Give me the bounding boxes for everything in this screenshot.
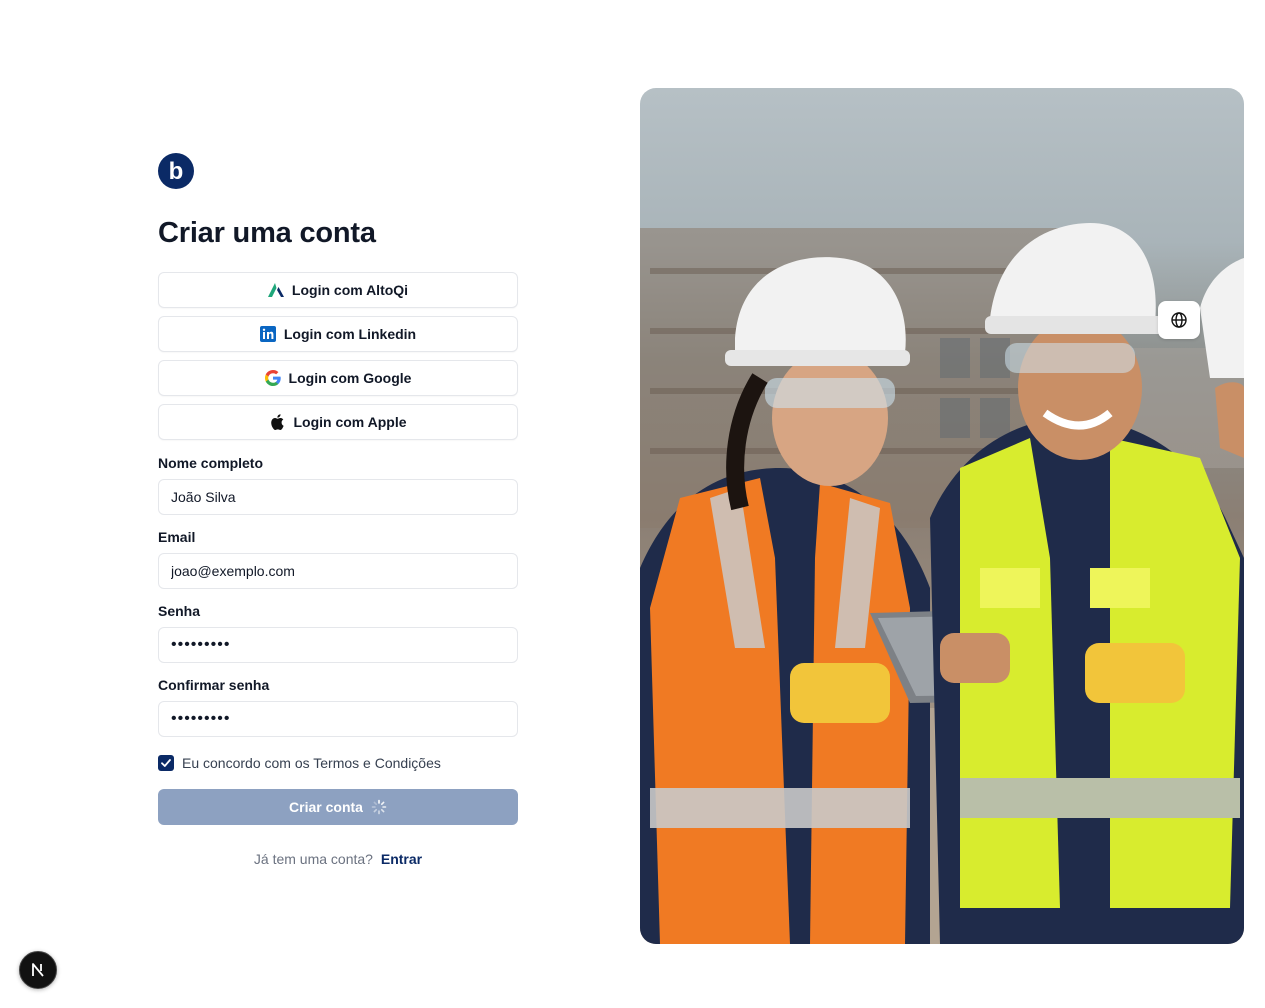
terms-checkbox[interactable] <box>158 755 174 771</box>
social-login-list: Login com AltoQi Login com Linkedin Logi… <box>158 272 518 440</box>
altoqi-login-button[interactable]: Login com AltoQi <box>158 272 518 308</box>
linkedin-login-button[interactable]: Login com Linkedin <box>158 316 518 352</box>
password-input[interactable] <box>158 627 518 663</box>
page-title: Criar uma conta <box>158 217 376 249</box>
full-name-field-group: Nome completo <box>158 455 518 515</box>
create-account-button[interactable]: Criar conta <box>158 789 518 825</box>
devtools-button[interactable] <box>19 951 57 989</box>
password-field-group: Senha <box>158 603 518 663</box>
terms-label[interactable]: Eu concordo com os Termos e Condições <box>182 755 441 771</box>
create-account-label: Criar conta <box>289 799 363 815</box>
email-field-group: Email <box>158 529 518 589</box>
checkmark-icon <box>161 759 171 767</box>
altoqi-login-label: Login com AltoQi <box>291 282 409 298</box>
signin-link[interactable]: Entrar <box>381 851 422 867</box>
signup-form: Nome completo Email Senha Confirmar senh… <box>158 455 518 737</box>
globe-icon <box>1171 312 1187 328</box>
hero-photo <box>640 88 1244 944</box>
linkedin-login-label: Login com Linkedin <box>283 326 417 342</box>
loading-spinner-icon <box>371 799 387 815</box>
nextjs-icon <box>32 963 44 977</box>
confirm-password-input[interactable] <box>158 701 518 737</box>
confirm-password-field-group: Confirmar senha <box>158 677 518 737</box>
signin-prompt-text: Já tem uma conta? <box>253 851 373 867</box>
brand-logo: b <box>158 153 194 189</box>
google-login-label: Login com Google <box>288 370 412 386</box>
email-input[interactable] <box>158 553 518 589</box>
apple-icon <box>269 414 285 430</box>
terms-agreement: Eu concordo com os Termos e Condições <box>158 755 518 771</box>
brand-logo-icon: b <box>169 158 184 185</box>
svg-text:b: b <box>169 158 184 185</box>
construction-workers-illustration <box>640 223 1244 944</box>
apple-login-label: Login com Apple <box>293 414 407 430</box>
signin-prompt: Já tem uma conta? Entrar <box>158 851 518 867</box>
password-label: Senha <box>158 603 201 619</box>
apple-login-button[interactable]: Login com Apple <box>158 404 518 440</box>
full-name-input[interactable] <box>158 479 518 515</box>
altoqi-icon <box>267 282 284 298</box>
confirm-password-label: Confirmar senha <box>158 677 270 693</box>
google-login-button[interactable]: Login com Google <box>158 360 518 396</box>
full-name-label: Nome completo <box>158 455 264 471</box>
google-icon <box>264 370 281 386</box>
language-button[interactable] <box>1158 301 1200 339</box>
linkedin-icon <box>259 326 276 342</box>
email-label: Email <box>158 529 196 545</box>
signup-panel: b Criar uma conta Login com AltoQi Login… <box>158 153 518 867</box>
